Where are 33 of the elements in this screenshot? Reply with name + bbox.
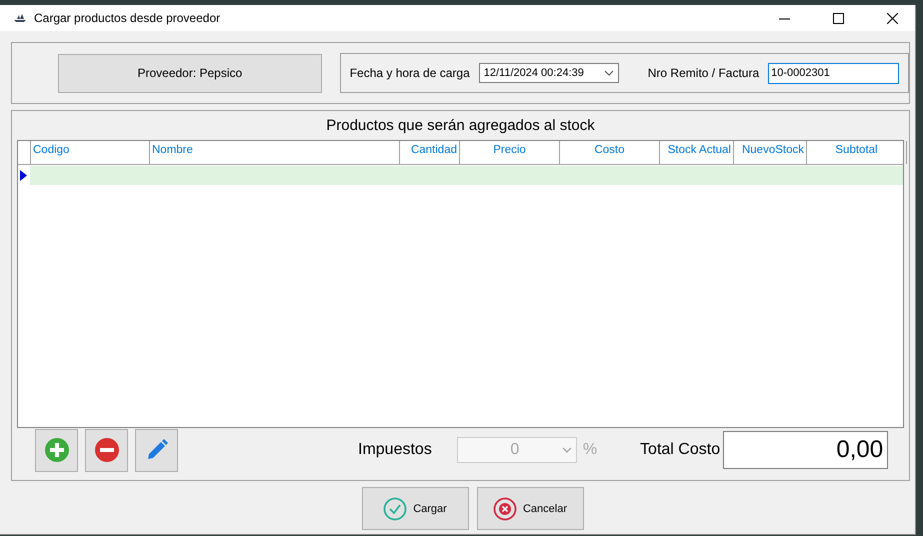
- total-label: Total Costo: [640, 441, 720, 459]
- chevron-down-icon: [562, 447, 572, 453]
- cancel-icon: [492, 496, 517, 520]
- column-header[interactable]: Subtotal: [807, 141, 907, 164]
- column-header[interactable]: Cantidad: [400, 141, 460, 164]
- add-icon: [44, 437, 70, 463]
- remove-button[interactable]: [85, 428, 128, 472]
- total-field: 0,00: [723, 431, 888, 469]
- grid-title: Productos que serán agregados al stock: [326, 116, 595, 136]
- column-header[interactable]: Codigo: [31, 141, 150, 164]
- invoice-label: Nro Remito / Factura: [648, 66, 760, 80]
- chevron-down-icon: [604, 70, 614, 76]
- load-button[interactable]: Cargar: [362, 487, 468, 530]
- cancel-button[interactable]: Cancelar: [476, 487, 584, 530]
- check-icon: [383, 496, 408, 520]
- supplier-button[interactable]: Proveedor: Pepsico: [58, 54, 322, 92]
- remove-icon: [94, 437, 120, 463]
- percent-label: %: [582, 441, 598, 459]
- column-header[interactable]: Nombre: [150, 141, 400, 164]
- maximize-icon[interactable]: [832, 12, 844, 24]
- column-header[interactable]: Costo: [560, 141, 660, 164]
- add-button[interactable]: [35, 428, 78, 472]
- column-header[interactable]: Precio: [460, 141, 560, 164]
- tax-label: Impuestos: [358, 441, 432, 459]
- app-icon: [14, 14, 26, 22]
- edit-button[interactable]: [135, 428, 178, 472]
- date-label: Fecha y hora de carga: [350, 66, 470, 80]
- date-picker[interactable]: 12/11/2024 00:24:39: [478, 63, 619, 83]
- close-icon[interactable]: [886, 12, 898, 24]
- invoice-field[interactable]: 10-0002301: [768, 62, 900, 84]
- column-header[interactable]: NuevoStock: [734, 141, 807, 164]
- window-title: Cargar productos desde proveedor: [34, 11, 222, 25]
- column-header[interactable]: Stock Actual: [660, 141, 734, 164]
